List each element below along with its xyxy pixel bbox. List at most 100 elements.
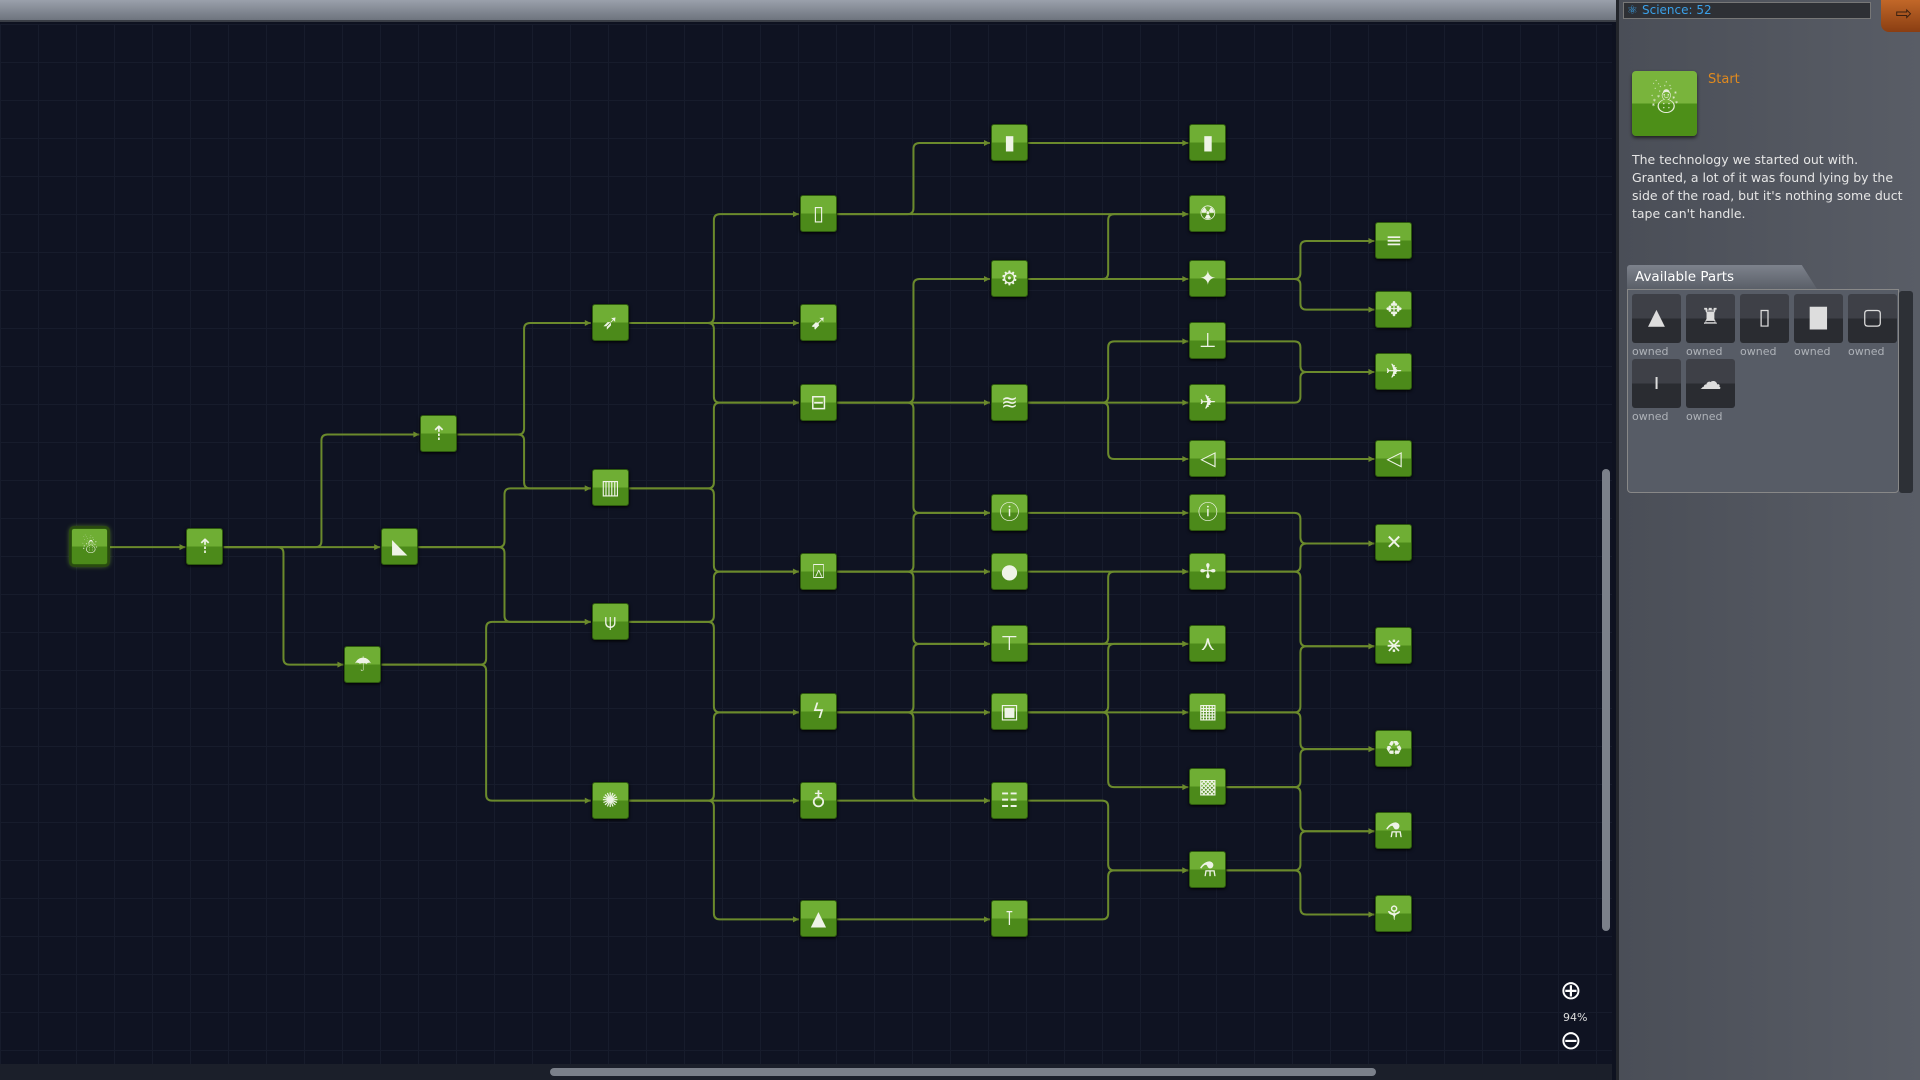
- tech-node-n7l[interactable]: ⚗: [1189, 851, 1227, 889]
- tech-node-n3c[interactable]: ☂: [344, 645, 382, 683]
- tech-node-n4a[interactable]: ➶: [591, 304, 629, 342]
- edge-arrow: [1368, 746, 1375, 753]
- tech-edge: [457, 433, 591, 490]
- tech-node-n8e[interactable]: ✕: [1375, 524, 1413, 562]
- zoom-in-icon[interactable]: ⊕: [1560, 976, 1582, 1006]
- tech-node-n7g[interactable]: ⓘ: [1189, 493, 1227, 531]
- wheel-icon: ⊺: [1004, 906, 1015, 931]
- tech-edge: [628, 570, 799, 623]
- part-item[interactable]: ▲: [1632, 294, 1681, 343]
- part-item[interactable]: ▢: [1848, 294, 1897, 343]
- tech-node-n6b[interactable]: ⚙: [990, 259, 1028, 297]
- edge-arrow: [1182, 399, 1189, 406]
- tech-edge: [1226, 542, 1375, 573]
- tech-node-n4c[interactable]: ⍦: [591, 602, 629, 640]
- edge-arrow: [792, 320, 799, 327]
- scoop-icon: ◁: [1386, 445, 1402, 470]
- tech-node-n5e[interactable]: ϟ: [799, 693, 837, 731]
- engine-icon: ➶: [601, 310, 619, 335]
- tech-edge: [1226, 830, 1375, 872]
- part-item[interactable]: ♜: [1686, 294, 1735, 343]
- tech-node-start[interactable]: ☃: [69, 526, 111, 568]
- zoom-out-icon[interactable]: ⊖: [1560, 1026, 1582, 1056]
- tech-node-n5c[interactable]: ⊟: [799, 383, 837, 421]
- edge-arrow: [1182, 211, 1189, 218]
- tech-node-n5a[interactable]: ▯: [799, 195, 837, 233]
- tech-info-panel: ⚛ Science: 52 ⇨ ☃ Start The technology we…: [1616, 0, 1920, 1080]
- vertical-scrollbar[interactable]: [1600, 24, 1612, 1064]
- available-parts-tab[interactable]: Available Parts: [1627, 265, 1817, 289]
- part-status: owned: [1632, 410, 1669, 423]
- tech-node-n6i[interactable]: ⊺: [990, 900, 1028, 938]
- tech-node-n5d[interactable]: ⍓: [799, 552, 837, 590]
- edge-arrow: [983, 399, 990, 406]
- part-status: owned: [1848, 345, 1885, 358]
- horizontal-scrollbar[interactable]: [0, 1064, 1612, 1080]
- battery-icon: ▣: [1000, 699, 1019, 724]
- tech-node-n6d[interactable]: ⓘ: [990, 493, 1028, 531]
- tech-node-n2[interactable]: ⇡: [186, 528, 224, 566]
- tech-node-n6e[interactable]: ●: [990, 552, 1028, 590]
- drill-icon: ⊤: [1000, 630, 1019, 655]
- tech-node-n7k[interactable]: ▩: [1189, 768, 1227, 806]
- tech-node-n7i[interactable]: ⋏: [1189, 624, 1227, 662]
- tech-edge: [1027, 799, 1189, 872]
- science-display: ⚛ Science: 52: [1623, 2, 1871, 19]
- parts-scrollbar[interactable]: [1899, 291, 1913, 493]
- tech-edge: [836, 401, 990, 514]
- truss-icon: ▢: [1862, 305, 1883, 330]
- tech-node-n7d[interactable]: ⊥: [1189, 322, 1227, 360]
- nuclear-icon: ☢: [1198, 201, 1217, 226]
- tech-node-n7e[interactable]: ✈: [1189, 383, 1227, 421]
- exit-button[interactable]: ⇨: [1881, 0, 1920, 32]
- tech-node-n6f[interactable]: ⊤: [990, 624, 1028, 662]
- tech-node-n8i[interactable]: ⚘: [1375, 895, 1413, 933]
- tech-node-n4d[interactable]: ✺: [591, 781, 629, 819]
- science-label: Science: 52: [1642, 3, 1712, 17]
- tech-edge: [628, 487, 799, 573]
- tech-edge: [1027, 213, 1189, 280]
- tech-node-n6a[interactable]: ▮: [990, 124, 1028, 162]
- vertical-scroll-thumb[interactable]: [1602, 469, 1610, 931]
- tech-node-n8c[interactable]: ✈: [1375, 353, 1413, 391]
- tech-edge: [1226, 277, 1375, 311]
- horizontal-scroll-thumb[interactable]: [550, 1068, 1376, 1076]
- tech-node-n7h[interactable]: ✢: [1189, 552, 1227, 590]
- part-item[interactable]: ı: [1632, 359, 1681, 408]
- tech-node-n8h[interactable]: ⚗: [1375, 812, 1413, 850]
- tech-node-n8d[interactable]: ◁: [1375, 439, 1413, 477]
- tech-node-n7f[interactable]: ◁: [1189, 439, 1227, 477]
- ladder-icon: ☷: [1000, 787, 1019, 812]
- tech-node-n5f[interactable]: ♁: [799, 781, 837, 819]
- part-item[interactable]: ▇: [1794, 294, 1843, 343]
- tech-node-n3b[interactable]: ◣: [381, 528, 419, 566]
- tech-node-n8g[interactable]: ♻: [1375, 730, 1413, 768]
- network-icon: ✥: [1385, 296, 1403, 321]
- tech-node-n4b[interactable]: ▥: [591, 469, 629, 507]
- tech-node-n8f[interactable]: ⋇: [1375, 627, 1413, 665]
- tech-node-n8a[interactable]: ≡: [1375, 222, 1413, 259]
- tech-edge: [1226, 340, 1375, 374]
- edge-arrow: [1368, 911, 1375, 918]
- tech-node-n6c[interactable]: ≋: [990, 383, 1028, 421]
- part-item[interactable]: ▯: [1740, 294, 1789, 343]
- atom-icon: ⚛: [1627, 3, 1638, 17]
- tech-node-n7c[interactable]: ✦: [1189, 259, 1227, 297]
- array-icon: ⋇: [1385, 633, 1403, 658]
- tech-node-n3a[interactable]: ⇡: [420, 415, 458, 453]
- lightbulb-icon: ✺: [601, 787, 619, 812]
- tech-node-n8b[interactable]: ✥: [1375, 290, 1413, 328]
- solar-icon: ▦: [1198, 699, 1218, 724]
- tech-node-n7a[interactable]: ▮: [1189, 124, 1227, 162]
- tech-node-n6g[interactable]: ▣: [990, 693, 1028, 731]
- tech-node-n6h[interactable]: ☷: [990, 781, 1028, 819]
- tech-node-n7j[interactable]: ▦: [1189, 693, 1227, 731]
- tech-node-n7b[interactable]: ☢: [1189, 195, 1227, 233]
- edge-arrow: [983, 797, 990, 804]
- robot-arm-icon: ⚘: [1385, 901, 1403, 926]
- edge-arrow: [792, 211, 799, 218]
- tech-node-n5b[interactable]: ➹: [799, 304, 837, 342]
- part-item[interactable]: ☁: [1686, 359, 1735, 408]
- kerbal-icon: ☃: [1632, 71, 1697, 136]
- tech-node-n5g[interactable]: ▲: [799, 900, 837, 938]
